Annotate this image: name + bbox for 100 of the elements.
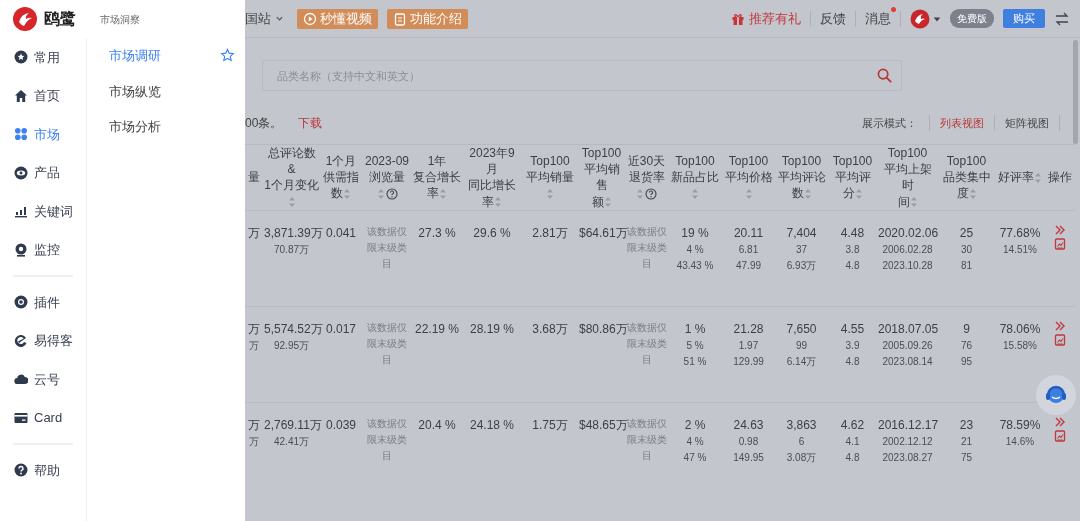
column-header[interactable]: 1年 复合增长 率 xyxy=(412,144,462,211)
cell-subvalue: 6.14万 xyxy=(785,354,818,369)
cell-value: 28.19 % xyxy=(468,320,515,338)
caret-icon[interactable] xyxy=(933,14,941,23)
cell-value: 78.59% xyxy=(998,416,1042,434)
cell-note: 该数据仅限末级类目 xyxy=(366,320,408,367)
submenu-item[interactable]: 市场分析 xyxy=(109,117,161,137)
column-header[interactable]: 1个月 供需指数 xyxy=(320,144,362,211)
nav-item[interactable]: 关键词 xyxy=(0,192,86,231)
column-header[interactable]: Top100 平均销量 xyxy=(522,144,578,211)
feedback-link[interactable]: 反馈 xyxy=(820,8,846,29)
cell-subvalue: 30 xyxy=(959,242,974,257)
bar-chart-icon xyxy=(14,204,28,219)
cell-value: 1 % xyxy=(683,320,707,338)
column-header[interactable]: Top100 平均销售 额 xyxy=(578,144,625,211)
submenu-item[interactable]: 市场调研 xyxy=(109,46,161,66)
cell-value: 万 xyxy=(247,224,261,242)
column-header[interactable]: Top100 品类集中 度 xyxy=(938,144,995,211)
cell-value: 3.68万 xyxy=(531,320,569,338)
cell-subvalue: 3.8 xyxy=(844,242,861,257)
nav-item[interactable]: 插件 xyxy=(0,283,86,322)
scrollbar[interactable] xyxy=(1073,40,1078,144)
double-chevron-icon[interactable] xyxy=(1054,223,1066,236)
cell-subvalue: 6.93万 xyxy=(785,258,818,273)
cell-value: 万 xyxy=(247,416,261,434)
nav-item[interactable]: 帮助 xyxy=(0,451,86,490)
sort-icon[interactable] xyxy=(636,188,644,201)
cell-subvalue: 2023.08.27 xyxy=(881,450,934,465)
nav-item[interactable]: 常用 xyxy=(0,38,86,77)
cell-note: 该数据仅限末级类目 xyxy=(626,224,667,271)
column-header[interactable]: 总评论数 & 1个月变化 xyxy=(263,144,320,211)
sort-icon[interactable] xyxy=(854,188,863,201)
nav-item[interactable]: 易得客 xyxy=(0,321,86,360)
nav-item[interactable]: Card xyxy=(0,398,86,437)
column-header[interactable]: Top100 平均评论 数 xyxy=(775,144,828,211)
view-mode-tab[interactable]: 矩阵视图 xyxy=(995,114,1060,132)
cell-subvalue: 42.41万 xyxy=(273,434,310,449)
cell-note: 该数据仅限末级类目 xyxy=(626,416,667,463)
nav-item[interactable]: 监控 xyxy=(0,230,86,269)
view-mode-label: 展示模式： xyxy=(862,114,930,132)
cell-subvalue: 92.95万 xyxy=(273,338,310,353)
support-button[interactable] xyxy=(1036,375,1076,415)
double-chevron-icon[interactable] xyxy=(1054,415,1066,428)
column-header[interactable]: 2023-09 浏览量 xyxy=(362,144,412,211)
column-header[interactable]: 好评率 xyxy=(995,144,1045,211)
cell-value: 27.3 % xyxy=(417,224,457,242)
nav-item[interactable]: 首页 xyxy=(0,76,86,115)
cell-subvalue: 47.99 xyxy=(735,258,762,273)
column-header[interactable]: 2023年9 月 同比增长 率 xyxy=(462,144,522,211)
sort-icon[interactable] xyxy=(691,188,699,201)
search-icon[interactable] xyxy=(877,68,892,83)
report-icon[interactable] xyxy=(1054,333,1066,346)
sort-icon[interactable] xyxy=(744,188,753,201)
sort-icon[interactable] xyxy=(376,188,385,201)
sort-icon[interactable] xyxy=(968,188,977,201)
eye-icon xyxy=(14,165,28,180)
column-header[interactable]: Top100 平均评分 xyxy=(828,144,877,211)
webcam-icon xyxy=(14,242,28,257)
avatar-icon[interactable] xyxy=(910,8,930,29)
view-mode-tab[interactable]: 列表视图 xyxy=(930,114,995,132)
cell-value: 3,863 xyxy=(785,416,818,434)
swap-icon[interactable] xyxy=(1054,10,1070,27)
sort-icon[interactable] xyxy=(287,196,296,209)
cell-value: 7,404 xyxy=(785,224,818,242)
messages-link[interactable]: 消息 xyxy=(865,10,891,26)
report-icon[interactable] xyxy=(1054,429,1066,442)
sort-icon[interactable] xyxy=(803,188,812,201)
cell-value: 2.81万 xyxy=(531,224,569,242)
star-icon[interactable] xyxy=(220,48,235,64)
cell-subvalue: 4 % xyxy=(685,434,705,449)
sort-icon[interactable] xyxy=(494,196,502,209)
sort-icon[interactable] xyxy=(909,196,918,209)
double-chevron-icon[interactable] xyxy=(1054,319,1066,332)
cell-subvalue: 81 xyxy=(959,258,974,273)
clipboard-icon xyxy=(393,11,407,26)
cell-subvalue: 4.8 xyxy=(844,450,861,465)
sort-icon[interactable] xyxy=(343,188,351,201)
cell-subvalue: 47 % xyxy=(682,450,708,465)
column-header[interactable]: 近30天 退货率 xyxy=(625,144,668,211)
nav-item[interactable]: 市场 xyxy=(0,115,86,154)
cell-subvalue: 2002.12.12 xyxy=(881,434,934,449)
nav-item[interactable]: 云号 xyxy=(0,360,86,399)
cell-value: 78.06% xyxy=(998,320,1042,338)
sort-icon[interactable] xyxy=(1034,172,1042,185)
submenu-title: 市场洞察 xyxy=(99,13,140,27)
sort-icon[interactable] xyxy=(546,188,554,201)
caret-icon xyxy=(275,14,284,23)
cell-subvalue: 129.99 xyxy=(732,354,765,369)
nav-item[interactable]: 产品 xyxy=(0,153,86,192)
buy-button[interactable]: 购买 xyxy=(1003,9,1045,28)
submenu-item[interactable]: 市场纵览 xyxy=(109,81,161,101)
sort-icon[interactable] xyxy=(603,196,612,209)
report-icon[interactable] xyxy=(1054,237,1066,250)
plan-badge: 免费版 xyxy=(950,9,994,28)
column-header[interactable]: Top100 新品占比 xyxy=(668,144,722,211)
column-header[interactable]: Top100 平均价格 xyxy=(722,144,775,211)
download-link[interactable]: 下载 xyxy=(298,114,323,132)
sort-icon[interactable] xyxy=(439,188,447,201)
column-header[interactable]: Top100 平均上架时 间 xyxy=(877,144,938,211)
site-selector[interactable]: 国站 xyxy=(245,8,284,29)
